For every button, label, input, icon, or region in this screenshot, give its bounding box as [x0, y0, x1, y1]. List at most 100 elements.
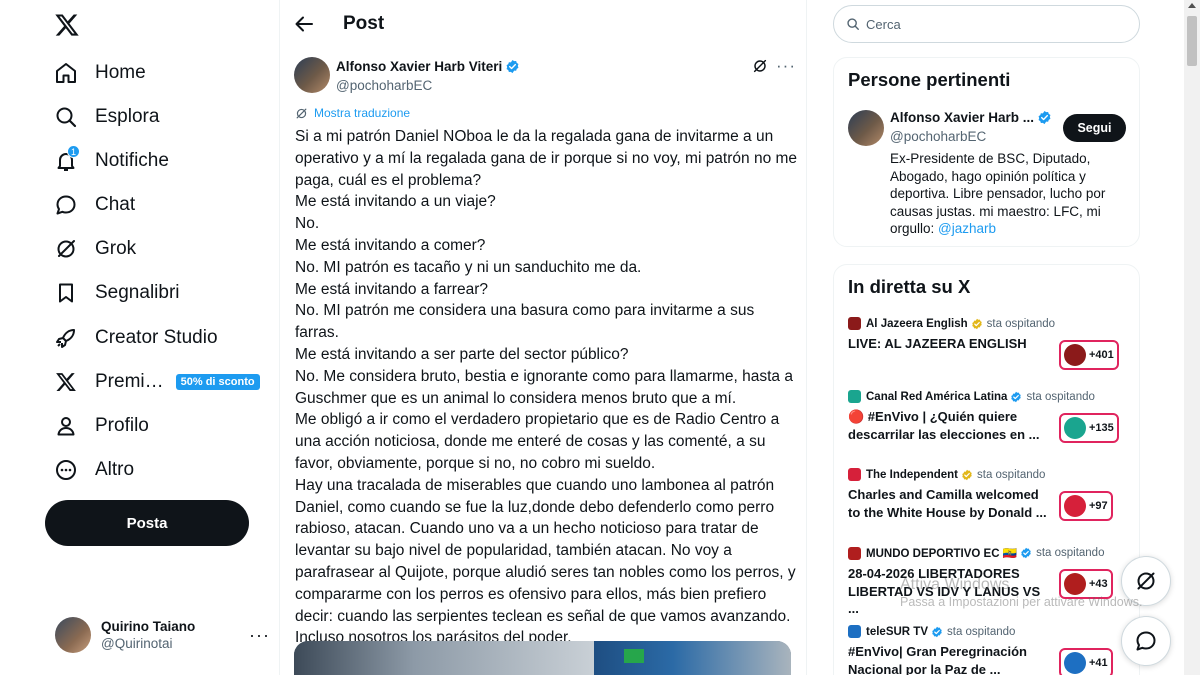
bell-icon: 1: [52, 145, 80, 175]
nav-home[interactable]: Home: [52, 51, 146, 95]
nav-label: Home: [95, 62, 146, 83]
post-line: No. Me considera bruto, bestia e ignoran…: [295, 367, 793, 385]
search-box[interactable]: [833, 5, 1140, 43]
bio-mention-link[interactable]: @jazharb: [938, 221, 996, 236]
left-sidebar: Home Esplora 1 Notifiche Chat Grok Segna…: [0, 0, 280, 675]
author-name[interactable]: Alfonso Xavier Harb Viteri: [336, 57, 502, 76]
live-listeners-badge[interactable]: +401: [1059, 340, 1119, 370]
post-line: Si a mi patrón Daniel NOboa le da la reg…: [295, 128, 774, 145]
x-icon: [52, 368, 80, 396]
post-author[interactable]: Alfonso Xavier Harb Viteri @pochoharbEC: [294, 57, 520, 95]
grok-icon: [52, 235, 80, 263]
nav-creator-studio[interactable]: Creator Studio: [52, 316, 218, 360]
source-name[interactable]: Canal Red América Latina: [866, 391, 1007, 403]
host-avatar: [1064, 344, 1086, 366]
home-icon: [52, 59, 80, 87]
verified-badge-icon: [1011, 391, 1022, 402]
hosting-label: sta ospitando: [947, 625, 1016, 638]
source-logo-icon: [848, 625, 861, 638]
listener-count: +401: [1089, 349, 1114, 361]
live-title[interactable]: #EnVivo| Gran Peregrinación Nacional por…: [848, 643, 1053, 675]
live-listeners-badge[interactable]: +135: [1059, 413, 1119, 443]
verified-badge-icon: [506, 59, 519, 74]
verified-badge-icon: [932, 626, 942, 637]
grok-icon[interactable]: [752, 58, 768, 74]
host-avatar: [1064, 652, 1086, 674]
live-title[interactable]: Charles and Camilla welcomed to the Whit…: [848, 486, 1053, 521]
verified-badge-icon: [971, 318, 982, 329]
nav-grok[interactable]: Grok: [52, 227, 136, 271]
source-name[interactable]: MUNDO DEPORTIVO EC 🇪🇨: [866, 546, 1017, 560]
live-listeners-badge[interactable]: +41: [1059, 648, 1113, 675]
live-title[interactable]: LIVE: AL JAZEERA ENGLISH: [848, 335, 1053, 353]
nav-label: Altro: [95, 459, 135, 480]
search-icon: [52, 103, 80, 131]
author-handle[interactable]: @pochoharbEC: [336, 76, 520, 95]
show-translation-label[interactable]: Mostra traduzione: [314, 106, 410, 120]
post-line: No. MI patrón me considera una basura co…: [295, 302, 755, 320]
live-source[interactable]: The Independent sta ospitando: [848, 468, 1133, 481]
nav-notifications[interactable]: 1 Notifiche: [52, 139, 169, 183]
source-logo-icon: [848, 390, 861, 403]
hosting-label: sta ospitando: [986, 317, 1056, 330]
hosting-label: sta ospitando: [977, 468, 1046, 481]
x-logo-icon[interactable]: [54, 12, 80, 38]
nav-label: Profilo: [95, 415, 149, 436]
nav-label: Grok: [95, 238, 137, 259]
post-line: decir: cuando las serpientes teclean es …: [295, 607, 791, 625]
messages-float-button[interactable]: [1121, 616, 1171, 666]
search-input[interactable]: [866, 16, 1116, 32]
back-arrow-icon[interactable]: [292, 12, 316, 36]
nav-profile[interactable]: Profilo: [52, 404, 149, 448]
bio-text: Ex-Presidente de BSC, Diputado, Abogado,…: [890, 151, 1106, 236]
live-source[interactable]: Al Jazeera English sta ospitando: [848, 317, 1133, 330]
page-title: Post: [343, 13, 385, 34]
nav-explore[interactable]: Esplora: [52, 95, 159, 139]
post-media-image[interactable]: [294, 641, 791, 675]
avatar: [55, 617, 91, 653]
nav-premium[interactable]: Premi… 50% di sconto: [52, 360, 260, 404]
account-switcher[interactable]: Quirino Taiano @Quirinotai ···: [55, 612, 270, 658]
post-line: Hay una tracalada de miserables que cuan…: [295, 476, 775, 494]
show-translation-link[interactable]: Mostra traduzione: [295, 106, 410, 120]
live-title[interactable]: 🔴 #EnVivo | ¿Quién quiere descarrilar la…: [848, 408, 1053, 443]
source-name[interactable]: teleSUR TV: [866, 626, 928, 638]
live-source[interactable]: MUNDO DEPORTIVO EC 🇪🇨 sta ospitando: [848, 546, 1133, 560]
scroll-up-arrow-icon[interactable]: [1188, 3, 1196, 8]
nav-label: Segnalibri: [95, 282, 180, 303]
more-icon[interactable]: ···: [249, 625, 270, 646]
avatar[interactable]: [294, 57, 330, 93]
live-source[interactable]: teleSUR TV sta ospitando: [848, 625, 1133, 638]
post-line: operativo y a mí la regalada gana de ir …: [295, 149, 798, 167]
person-handle[interactable]: @pochoharbEC: [890, 129, 986, 144]
rocket-icon: [52, 324, 80, 352]
live-on-x-card: In diretta su X Al Jazeera English sta os…: [833, 264, 1140, 675]
source-name[interactable]: The Independent: [866, 469, 958, 481]
verified-badge-icon: [1021, 547, 1031, 559]
nav-bookmarks[interactable]: Segnalibri: [52, 271, 180, 315]
windows-activation-watermark: Attiva Windows Passa a Impostazioni per …: [900, 576, 1160, 610]
page-scrollbar[interactable]: [1184, 0, 1200, 675]
person-name[interactable]: Alfonso Xavier Harb ...: [890, 110, 1034, 125]
avatar[interactable]: [848, 110, 884, 146]
post-button[interactable]: Posta: [45, 500, 249, 546]
source-name[interactable]: Al Jazeera English: [866, 318, 968, 330]
person-bio: Ex-Presidente de BSC, Diputado, Abogado,…: [890, 150, 1130, 238]
post-line: parafrasear al Quijote, porque aludió se…: [295, 563, 796, 581]
listener-count: +97: [1089, 500, 1108, 512]
account-handle: @Quirinotai: [101, 636, 173, 651]
nav-chat[interactable]: Chat: [52, 183, 135, 227]
scrollbar-thumb[interactable]: [1187, 16, 1197, 66]
post-line: una acción noticiosa, donde me enteré de…: [295, 433, 766, 451]
nav-more[interactable]: Altro: [52, 448, 134, 492]
post-line: No.: [295, 215, 320, 233]
source-logo-icon: [848, 468, 861, 481]
post-line: Guschmer que es un animal lo considera m…: [295, 389, 737, 407]
live-source[interactable]: Canal Red América Latina sta ospitando: [848, 390, 1133, 403]
post-line: paga, cuál es el problema?: [295, 171, 482, 189]
source-logo-icon: [848, 317, 861, 330]
post-line: Me obligó a ir como el verdadero propiet…: [295, 411, 780, 429]
post-more-icon[interactable]: ···: [776, 56, 796, 76]
live-listeners-badge[interactable]: +97: [1059, 491, 1113, 521]
follow-button[interactable]: Segui: [1063, 114, 1126, 142]
